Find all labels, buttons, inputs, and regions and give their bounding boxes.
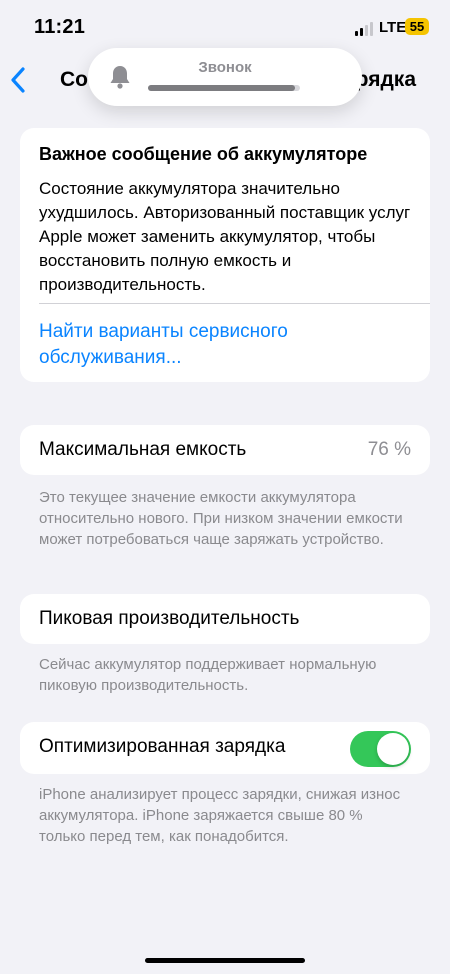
ringer-volume-hud: Звонок: [88, 48, 362, 106]
back-chevron-icon[interactable]: [8, 66, 30, 94]
max-capacity-label: Максимальная емкость: [39, 439, 247, 460]
status-time: 11:21: [34, 16, 86, 38]
peak-performance-footer: Сейчас аккумулятор поддерживает нормальн…: [39, 656, 377, 694]
optimized-charging-footer: iPhone анализирует процесс зарядки, сниж…: [39, 786, 401, 845]
service-options-link[interactable]: Найти варианты сервисного обслуживания..…: [39, 319, 369, 371]
battery-message-card: Важное сообщение об аккумуляторе Состоян…: [20, 128, 430, 382]
ringer-volume-fill: [148, 85, 296, 91]
home-indicator[interactable]: [145, 958, 305, 963]
battery-icon: 55: [405, 18, 429, 35]
divider: [39, 303, 430, 304]
peak-performance-label: Пиковая производительность: [39, 608, 300, 629]
peak-performance-row: Пиковая производительность: [20, 594, 430, 644]
ringer-label: Звонок: [198, 59, 252, 76]
max-capacity-row: Максимальная емкость 76 %: [20, 425, 430, 475]
optimized-charging-row: Оптимизированная зарядка: [20, 722, 430, 774]
page-title-start: Со: [60, 68, 88, 91]
battery-message-body: Состояние аккумулятора значительно ухудш…: [39, 179, 411, 294]
max-capacity-value: 76 %: [367, 439, 411, 460]
network-type: LTE: [379, 19, 407, 36]
battery-message-title: Важное сообщение об аккумуляторе: [39, 144, 368, 164]
optimized-charging-toggle[interactable]: [350, 731, 411, 767]
optimized-charging-label: Оптимизированная зарядка: [39, 736, 286, 757]
signal-icon: [355, 22, 375, 36]
ringer-volume-slider[interactable]: [148, 85, 300, 91]
toggle-knob: [377, 733, 409, 765]
max-capacity-footer: Это текущее значение емкости аккумулятор…: [39, 489, 403, 548]
page-title-end: рядка: [355, 68, 416, 91]
